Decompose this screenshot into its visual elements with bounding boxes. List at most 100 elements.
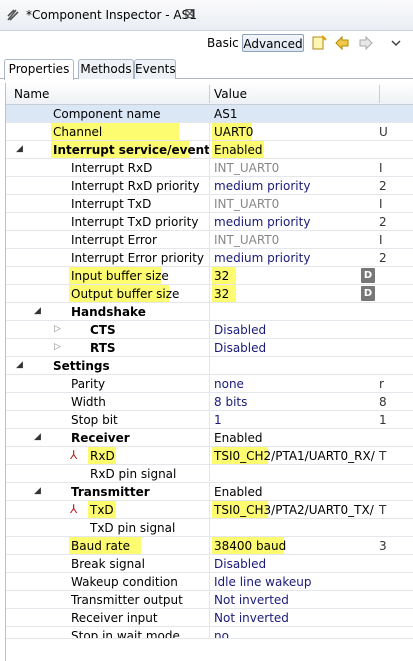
table-row[interactable]: ▷ RTS Disabled	[6, 339, 413, 357]
name-column-header[interactable]: Name	[14, 87, 49, 101]
table-row[interactable]: Baud rate 38400 baud 3	[6, 537, 413, 555]
property-extra: 8	[379, 395, 387, 409]
property-value[interactable]: 1	[214, 413, 222, 427]
table-row[interactable]: Interrupt TxD priority medium priority 2	[6, 213, 413, 231]
value-column-header[interactable]: Value	[214, 87, 247, 101]
collapse-icon[interactable]: ◢	[34, 432, 41, 442]
property-value[interactable]: Not inverted	[214, 593, 289, 607]
property-value[interactable]: Disabled	[214, 557, 266, 571]
property-value[interactable]: TSI0_CH3/PTA2/UART0_TX/	[214, 503, 374, 517]
property-value[interactable]: TSI0_CH2/PTA1/UART0_RX/	[214, 449, 375, 463]
cell-divider	[209, 465, 210, 483]
property-value[interactable]: Enabled	[214, 485, 263, 499]
table-row[interactable]: Width 8 bits 8	[6, 393, 413, 411]
table-row[interactable]: Interrupt Error INT_UART0 I	[6, 231, 413, 249]
property-name: Baud rate	[71, 539, 130, 553]
property-value[interactable]: medium priority	[214, 215, 310, 229]
table-row[interactable]: ◢ Handshake	[6, 303, 413, 321]
property-name: Stop bit	[71, 413, 118, 427]
property-value[interactable]: 8 bits	[214, 395, 247, 409]
property-value[interactable]: 32	[214, 269, 229, 283]
advanced-mode-button[interactable]: Advanced	[242, 34, 304, 52]
table-row[interactable]: Transmitter output Not inverted	[6, 591, 413, 609]
table-row[interactable]: TxD pin signal	[6, 519, 413, 537]
property-name: RxD	[90, 449, 115, 463]
property-value[interactable]: 32	[214, 287, 229, 301]
property-value[interactable]: Idle line wakeup	[214, 575, 311, 589]
table-row[interactable]: Interrupt Error priority medium priority…	[6, 249, 413, 267]
table-row[interactable]: ▷ CTS Disabled	[6, 321, 413, 339]
collapse-icon[interactable]: ◢	[34, 486, 41, 496]
property-name: Channel	[53, 125, 103, 139]
property-value[interactable]: Enabled	[214, 431, 263, 445]
table-row[interactable]: RxD pin signal	[6, 465, 413, 483]
table-row[interactable]: Output buffer size 32 D	[6, 285, 413, 303]
cell-divider	[209, 321, 210, 339]
table-row[interactable]: Interrupt RxD priority medium priority 2	[6, 177, 413, 195]
property-value[interactable]: Not inverted	[214, 611, 289, 625]
table-row[interactable]: ⅄ TxD TSI0_CH3/PTA2/UART0_TX/ T	[6, 501, 413, 519]
table-row[interactable]: Interrupt TxD INT_UART0 I	[6, 195, 413, 213]
table-row[interactable]: ◢ Receiver Enabled	[6, 429, 413, 447]
default-button[interactable]: D	[361, 286, 375, 301]
tab-properties[interactable]: Properties	[4, 59, 74, 80]
table-row[interactable]: Channel UART0 U	[6, 123, 413, 141]
column-divider[interactable]	[209, 85, 210, 103]
property-value[interactable]: 38400 baud	[214, 539, 286, 553]
tab-methods[interactable]: Methods	[78, 59, 134, 79]
property-value[interactable]: INT_UART0	[214, 197, 279, 211]
table-row[interactable]: Interrupt RxD INT_UART0 I	[6, 159, 413, 177]
cell-divider	[209, 339, 210, 357]
property-name: Receiver input	[71, 611, 158, 625]
property-value[interactable]: Disabled	[214, 323, 266, 337]
property-name: Transmitter	[71, 485, 150, 499]
new-icon[interactable]	[311, 35, 327, 51]
property-value[interactable]: INT_UART0	[214, 161, 279, 175]
table-row[interactable]: Break signal Disabled	[6, 555, 413, 573]
property-name: Interrupt Error priority	[71, 251, 204, 265]
collapse-icon[interactable]: ◢	[16, 360, 23, 370]
back-icon[interactable]	[334, 35, 350, 51]
property-value[interactable]: Enabled	[214, 143, 263, 157]
property-value[interactable]: Disabled	[214, 341, 266, 355]
table-row[interactable]: ◢ Settings	[6, 357, 413, 375]
property-name: TxD pin signal	[90, 521, 176, 535]
cell-divider	[209, 375, 210, 393]
table-row[interactable]: Receiver input Not inverted	[6, 609, 413, 627]
property-name: Transmitter output	[71, 593, 183, 607]
table-row[interactable]: ◢ Transmitter Enabled	[6, 483, 413, 501]
default-button[interactable]: D	[361, 268, 375, 283]
table-row[interactable]: Input buffer size 32 D	[6, 267, 413, 285]
table-row[interactable]: ⅄ RxD TSI0_CH2/PTA1/UART0_RX/ T	[6, 447, 413, 465]
close-icon[interactable]: ⊠	[184, 6, 196, 22]
basic-mode-button[interactable]: Basic	[207, 36, 239, 50]
collapse-icon[interactable]: ◢	[16, 144, 23, 154]
property-value[interactable]: UART0	[214, 125, 253, 139]
table-row[interactable]: Stop in wait mode no	[6, 627, 413, 639]
property-name: Output buffer size	[71, 287, 180, 301]
property-value[interactable]: AS1	[214, 107, 237, 121]
expand-icon[interactable]: ▷	[54, 324, 61, 334]
table-row[interactable]: Component name AS1	[6, 105, 413, 123]
column-divider[interactable]	[379, 85, 380, 103]
table-row[interactable]: Stop bit 1 1	[6, 411, 413, 429]
property-extra: 2	[379, 215, 387, 229]
collapse-icon[interactable]: ◢	[34, 306, 41, 316]
table-row[interactable]: ◢ Interrupt service/event Enabled	[6, 141, 413, 159]
property-value[interactable]: medium priority	[214, 179, 310, 193]
expand-icon[interactable]: ▷	[54, 342, 61, 352]
property-value[interactable]: INT_UART0	[214, 233, 279, 247]
table-row[interactable]: Parity none r	[6, 375, 413, 393]
property-name: RTS	[90, 341, 116, 355]
forward-icon[interactable]	[358, 35, 374, 51]
tab-events[interactable]: Events	[134, 59, 176, 79]
property-name: Interrupt service/event	[53, 143, 210, 157]
cell-divider	[209, 141, 210, 159]
table-row[interactable]: Wakeup condition Idle line wakeup	[6, 573, 413, 591]
pin-icon: ⅄	[70, 502, 78, 516]
property-value[interactable]: no	[214, 629, 229, 638]
menu-chevron-icon[interactable]	[388, 35, 404, 51]
cell-divider	[209, 519, 210, 537]
property-value[interactable]: none	[214, 377, 244, 391]
property-value[interactable]: medium priority	[214, 251, 310, 265]
